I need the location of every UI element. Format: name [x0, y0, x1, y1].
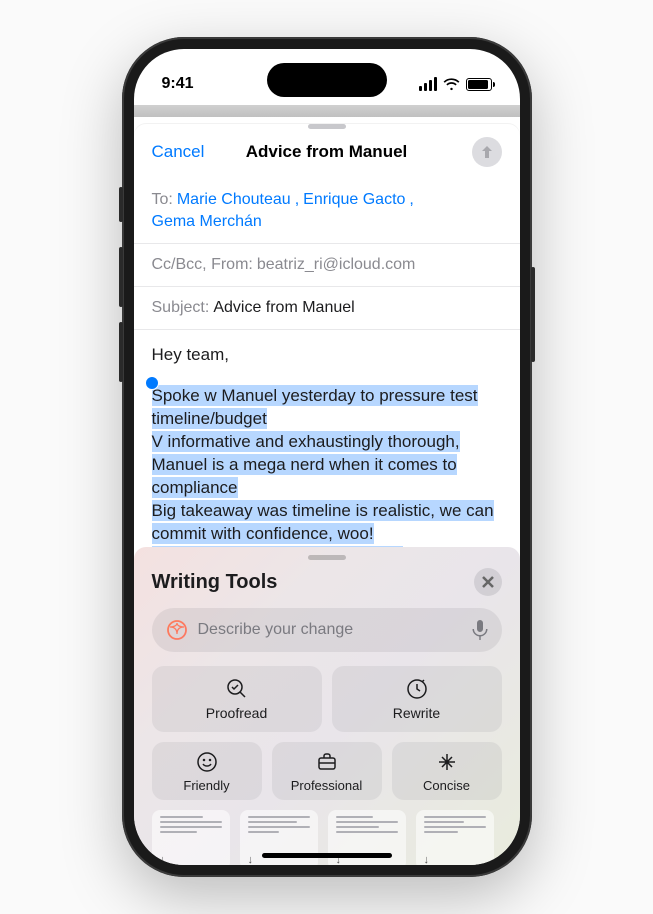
download-icon: ↓: [248, 854, 254, 865]
download-icon: ↓: [424, 854, 430, 865]
arrow-up-icon: [480, 145, 494, 159]
close-button[interactable]: [474, 568, 502, 596]
cc-label: Cc/Bcc, From:: [152, 256, 253, 274]
rewrite-label: Rewrite: [393, 705, 440, 721]
format-card[interactable]: ↓: [416, 810, 494, 865]
professional-label: Professional: [291, 778, 363, 793]
microphone-icon[interactable]: [472, 620, 488, 640]
battery-icon: [466, 78, 492, 91]
concise-label: Concise: [423, 778, 470, 793]
close-icon: [482, 576, 494, 588]
recipient[interactable]: Enrique Gacto: [303, 191, 405, 209]
status-time: 9:41: [162, 75, 194, 93]
friendly-label: Friendly: [183, 778, 229, 793]
smile-icon: [195, 750, 219, 774]
rewrite-button[interactable]: Rewrite: [332, 666, 502, 732]
cc-bcc-from-field[interactable]: Cc/Bcc, From: beatriz_ri@icloud.com: [134, 244, 520, 287]
format-card[interactable]: ↓: [152, 810, 230, 865]
power-button: [531, 267, 535, 362]
concise-button[interactable]: Concise: [392, 742, 502, 800]
screen: 9:41 Cancel Advice from Manuel To: Marie…: [134, 49, 520, 865]
writing-tools-panel: Writing Tools Describe your change Proof…: [134, 547, 520, 865]
dynamic-island: [267, 63, 387, 97]
writing-tools-title: Writing Tools: [152, 571, 278, 594]
proofread-label: Proofread: [206, 705, 267, 721]
sparkle-icon: [435, 750, 459, 774]
rewrite-icon: [405, 677, 429, 701]
magnify-check-icon: [225, 677, 249, 701]
download-icon: ↓: [160, 854, 166, 865]
describe-change-input[interactable]: Describe your change: [152, 608, 502, 652]
subject-field[interactable]: Subject: Advice from Manuel: [134, 287, 520, 330]
intelligence-icon: [166, 619, 188, 641]
volume-up-button: [119, 247, 123, 307]
selection-handle-start[interactable]: [146, 377, 158, 389]
sheet-grabber[interactable]: [308, 124, 346, 129]
cancel-button[interactable]: Cancel: [152, 142, 205, 162]
professional-button[interactable]: Professional: [272, 742, 382, 800]
to-label: To:: [152, 191, 173, 209]
send-button[interactable]: [472, 137, 502, 167]
phone-frame: 9:41 Cancel Advice from Manuel To: Marie…: [122, 37, 532, 877]
subject-value: Advice from Manuel: [213, 299, 354, 317]
body-greeting: Hey team,: [152, 344, 502, 367]
home-indicator[interactable]: [262, 853, 392, 858]
recipient[interactable]: Marie Chouteau: [177, 191, 291, 209]
proofread-button[interactable]: Proofread: [152, 666, 322, 732]
from-address: beatriz_ri@icloud.com: [257, 256, 416, 274]
silent-switch: [119, 187, 123, 222]
wifi-icon: [443, 78, 460, 91]
sheet-background: [134, 105, 520, 117]
recipient[interactable]: Gema Merchán: [152, 213, 262, 231]
panel-grabber[interactable]: [308, 555, 346, 560]
cellular-icon: [419, 77, 437, 91]
friendly-button[interactable]: Friendly: [152, 742, 262, 800]
describe-placeholder: Describe your change: [198, 621, 462, 639]
to-field[interactable]: To: Marie Chouteau, Enrique Gacto, Gema …: [134, 179, 520, 244]
volume-down-button: [119, 322, 123, 382]
navigation-bar: Cancel Advice from Manuel: [134, 133, 520, 179]
compose-sheet: Cancel Advice from Manuel To: Marie Chou…: [134, 124, 520, 614]
subject-label: Subject:: [152, 299, 210, 317]
briefcase-icon: [315, 750, 339, 774]
